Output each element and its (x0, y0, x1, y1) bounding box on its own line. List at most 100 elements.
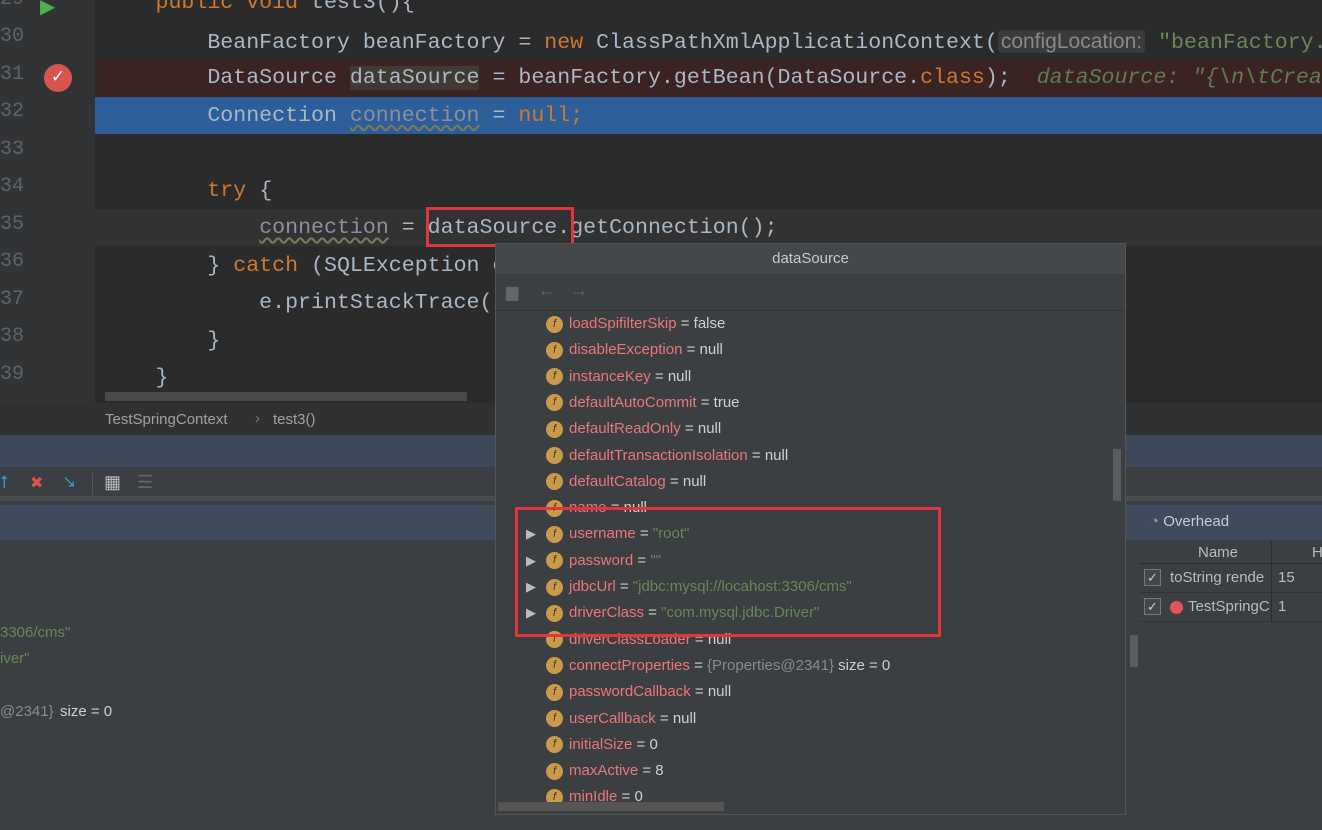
breakpoint-row[interactable]: ✓ toString rende 15 (1140, 564, 1322, 593)
field-item[interactable]: f defaultCatalog = null (546, 469, 706, 495)
field-item[interactable]: f defaultTransactionIsolation = null (546, 443, 788, 469)
code-token: "beanFactory.xml"); (1158, 30, 1322, 55)
field-value: false (693, 315, 726, 332)
code-token: Connection (103, 103, 350, 128)
field-name: instanceKey (569, 367, 651, 385)
variable-fragment: iver" (0, 650, 30, 667)
run-to-cursor-icon[interactable]: ↘ (62, 472, 76, 492)
step-out-icon[interactable]: ⭡ (0, 472, 8, 493)
field-name: userCallback (569, 709, 656, 727)
code-token: = (479, 103, 519, 128)
code-line[interactable]: DataSource dataSource = beanFactory.getB… (0, 60, 1322, 97)
field-item[interactable]: f passwordCallback = null (546, 679, 731, 705)
column-name[interactable]: Name (1198, 544, 1238, 561)
code-token: DataSource (103, 66, 350, 90)
code-token: dataSource (349, 66, 480, 90)
code-token: configLocation: (997, 29, 1146, 53)
field-icon: f (546, 762, 563, 780)
equals: = (682, 341, 700, 359)
code-line[interactable]: Connection connection = null; (0, 98, 583, 135)
field-item[interactable]: f userCallback = null (546, 706, 696, 732)
annotation-box-credentials (515, 507, 941, 637)
code-line[interactable]: public void test3(){ (0, 0, 415, 22)
code-line[interactable]: } (0, 323, 220, 360)
field-icon: f (546, 341, 563, 359)
drop-frame-icon[interactable]: ✖ (30, 473, 43, 493)
field-icon: f (546, 683, 563, 701)
field-value: null (707, 683, 732, 701)
variables-scrollbar[interactable] (1130, 635, 1138, 667)
field-item[interactable]: f disableException = null (546, 337, 723, 363)
equals: = (638, 762, 656, 780)
breadcrumb-method[interactable]: test3() (273, 411, 316, 428)
popup-horizontal-scrollbar[interactable] (498, 802, 724, 811)
field-value: null (672, 709, 697, 727)
trace-icon[interactable]: ☰ (137, 472, 153, 493)
field-icon: f (546, 394, 563, 412)
code-token: test3(){ (311, 0, 415, 15)
equals: = (689, 656, 708, 674)
field-value: 8 (655, 762, 664, 780)
field-item[interactable]: f instanceKey = null (546, 364, 691, 390)
field-name: minIdle (569, 788, 618, 802)
column-hits[interactable]: H (1312, 544, 1322, 561)
code-line[interactable]: } catch (SQLException e) { (0, 248, 544, 285)
run-icon[interactable]: ▶ (40, 0, 55, 19)
back-arrow-icon[interactable]: ← (538, 280, 556, 301)
forward-arrow-icon[interactable]: → (570, 280, 588, 301)
equals: = (655, 709, 673, 727)
popup-vertical-scrollbar[interactable] (1113, 449, 1121, 501)
field-item[interactable]: f defaultReadOnly = null (546, 416, 721, 442)
field-icon: f (546, 420, 563, 438)
folder-icon[interactable]: ▆ (506, 282, 518, 302)
breadcrumb-class[interactable]: TestSpringContext (105, 411, 228, 428)
code-line[interactable]: connection = dataSource.getConnection(); (0, 210, 777, 247)
equals: = (632, 735, 650, 753)
code-token: new (544, 30, 597, 55)
equals: = (617, 788, 635, 802)
field-value: null (667, 367, 692, 385)
field-value: {Properties@2341} (707, 656, 834, 674)
field-value: 0 (649, 735, 658, 753)
code-token: { (259, 178, 273, 203)
field-icon: f (546, 736, 563, 754)
overhead-label: Overhead (1163, 513, 1230, 530)
field-value: 0 (634, 788, 643, 802)
hit-count: 15 (1278, 569, 1295, 586)
enabled-checkbox[interactable]: ✓ (1144, 569, 1161, 586)
field-name: maxActive (569, 762, 639, 780)
field-item[interactable]: f connectProperties = {Properties@2341} s… (546, 653, 890, 679)
code-token: ); (984, 66, 1037, 90)
field-item[interactable]: f initialSize = 0 (546, 732, 658, 758)
field-name: passwordCallback (569, 683, 691, 701)
breakpoint-row[interactable]: ✓ TestSpringC 1 (1140, 593, 1322, 622)
code-token: } (103, 253, 234, 278)
overhead-tab[interactable]: ◔ Overhead (1150, 513, 1229, 530)
code-line[interactable]: BeanFactory beanFactory = new ClassPathX… (0, 23, 1322, 60)
code-token: e.printStackTrace(); (103, 291, 519, 315)
field-name: defaultCatalog (569, 472, 666, 490)
enabled-checkbox[interactable]: ✓ (1144, 598, 1161, 615)
breakpoints-panel: ◔ Overhead Name H ✓ toString rende 15 ✓ Test… (1140, 505, 1322, 830)
field-name: initialSize (569, 735, 633, 753)
field-item[interactable]: f maxActive = 8 (546, 758, 664, 784)
field-icon: f (546, 788, 563, 802)
field-item[interactable]: f defaultAutoCommit = true (546, 390, 740, 416)
field-value: null (764, 446, 789, 464)
field-item[interactable]: f minIdle = 0 (546, 784, 643, 802)
field-value: null (699, 341, 723, 359)
code-line[interactable] (0, 135, 104, 172)
code-token: class (920, 66, 985, 90)
field-icon: f (546, 315, 563, 333)
evaluate-expression-icon[interactable]: ▦ (104, 472, 121, 493)
hit-count: 1 (1278, 598, 1287, 615)
breakpoint-icon[interactable]: ✓ (44, 64, 72, 92)
horizontal-scrollbar[interactable] (105, 392, 467, 401)
breakpoint-name: TestSpringC (1188, 598, 1270, 615)
field-icon: f (546, 710, 563, 728)
field-item[interactable]: f loadSpifilterSkip = false (546, 312, 725, 337)
code-line[interactable]: e.printStackTrace(); (0, 285, 518, 322)
code-token: public void (103, 0, 312, 15)
code-line[interactable]: try { (0, 173, 272, 210)
